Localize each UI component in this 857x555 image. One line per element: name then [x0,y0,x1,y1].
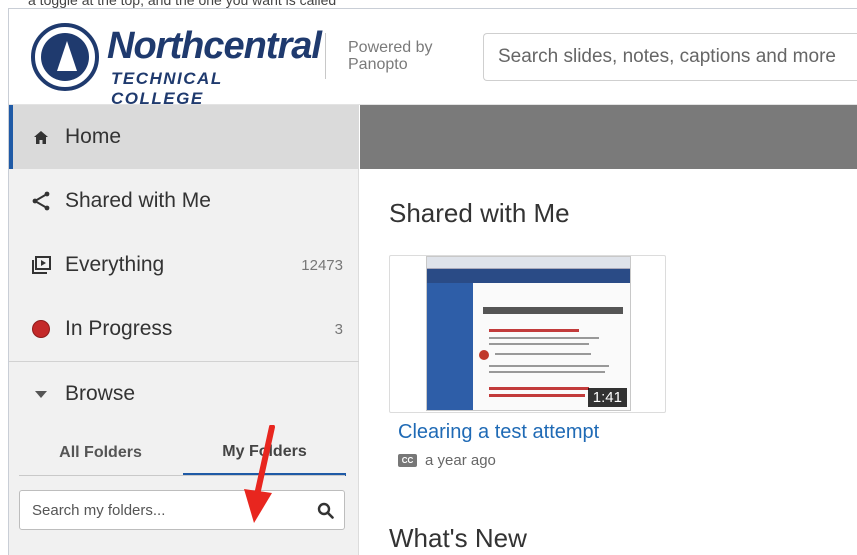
powered-by-label: Powered by Panopto [348,39,433,73]
video-meta: CC a year ago [398,452,496,469]
folder-search-input[interactable] [19,490,345,530]
sidebar-item-in-progress[interactable]: In Progress 3 [9,297,359,361]
closed-caption-icon: CC [398,454,417,467]
panopto-brand: Panopto [348,56,408,73]
tabs-underline [19,475,345,476]
in-progress-count: 3 [334,320,343,338]
document-caption: a toggle at the top, and the one you wan… [0,0,857,8]
sidebar-item-label: Home [65,125,122,148]
top-header: Northcentral TECHNICAL COLLEGE Powered b… [9,9,857,108]
global-search-input[interactable] [483,33,857,81]
home-icon [31,130,51,145]
college-name: Northcentral [107,25,322,67]
sidebar: Home Shared with Me Everything 12473 In … [9,105,359,555]
caret-down-icon [31,390,51,398]
video-duration: 1:41 [587,388,627,407]
sidebar-item-label: Browse [65,382,136,405]
sidebar-item-label: Shared with Me [65,189,211,212]
video-title-link[interactable]: Clearing a test attempt [398,421,599,444]
college-subtitle: TECHNICAL COLLEGE [111,69,223,108]
caption-text: a toggle at the top, and the one you wan… [28,0,337,8]
video-age: a year ago [425,452,496,469]
library-icon [31,256,51,274]
annotation-arrow-icon [244,425,275,523]
folder-tabs: All Folders My Folders [9,430,359,476]
tab-all-folders[interactable]: All Folders [19,430,182,476]
sidebar-item-label: Everything [65,253,165,276]
sidebar-item-shared-with-me[interactable]: Shared with Me [9,169,359,233]
record-dot-icon [31,320,51,338]
sidebar-item-browse[interactable]: Browse [9,362,359,426]
sidebar-item-home[interactable]: Home [9,105,359,169]
sidebar-item-everything[interactable]: Everything 12473 [9,233,359,297]
everything-count: 12473 [301,256,343,274]
video-thumbnail[interactable]: 1:41 [426,256,631,411]
share-icon [31,191,51,211]
sidebar-item-label: In Progress [65,317,173,340]
powered-by-text: Powered by [348,39,433,56]
main-header-bar [360,105,857,169]
college-seal-icon [31,23,99,91]
section-title-shared: Shared with Me [389,198,570,228]
header-divider [325,33,326,79]
search-icon[interactable] [317,502,334,524]
panopto-window: Northcentral TECHNICAL COLLEGE Powered b… [8,8,857,555]
video-card[interactable]: 1:41 [389,255,666,413]
main-content: Shared with Me 1:41 Clearing a test atte… [360,105,857,555]
college-logo[interactable]: Northcentral TECHNICAL COLLEGE [31,21,322,108]
section-title-whats-new: What's New [389,523,527,553]
